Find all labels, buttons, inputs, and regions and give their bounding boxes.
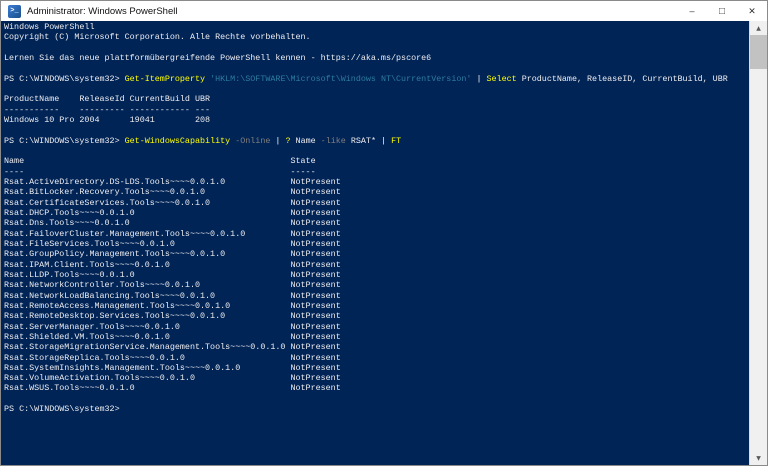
powershell-icon[interactable]: >_ <box>8 5 21 18</box>
terminal-line: ----------- --------- ------------ --- <box>4 105 749 115</box>
terminal-line: Name State <box>4 156 749 166</box>
terminal-line: Rsat.Shielded.VM.Tools~~~~0.0.1.0 NotPre… <box>4 332 749 342</box>
terminal-line: Rsat.CertificateServices.Tools~~~~0.0.1.… <box>4 198 749 208</box>
terminal-line: Rsat.NetworkLoadBalancing.Tools~~~~0.0.1… <box>4 291 749 301</box>
terminal-line: Rsat.RemoteAccess.Management.Tools~~~~0.… <box>4 301 749 311</box>
terminal-line: Rsat.WSUS.Tools~~~~0.0.1.0 NotPresent <box>4 383 749 393</box>
terminal-line: Lernen Sie das neue plattformübergreifen… <box>4 53 749 63</box>
console: Windows PowerShellCopyright (C) Microsof… <box>1 21 767 465</box>
scroll-up-icon[interactable]: ▲ <box>750 21 767 35</box>
terminal-line: Rsat.ActiveDirectory.DS-LDS.Tools~~~~0.0… <box>4 177 749 187</box>
terminal-line <box>4 43 749 53</box>
terminal-line: Rsat.Dns.Tools~~~~0.0.1.0 NotPresent <box>4 218 749 228</box>
terminal-line: Rsat.BitLocker.Recovery.Tools~~~~0.0.1.0… <box>4 187 749 197</box>
terminal-line: Copyright (C) Microsoft Corporation. All… <box>4 32 749 42</box>
terminal-line: Rsat.FileServices.Tools~~~~0.0.1.0 NotPr… <box>4 239 749 249</box>
terminal-line: Rsat.LLDP.Tools~~~~0.0.1.0 NotPresent <box>4 270 749 280</box>
terminal-line <box>4 394 749 404</box>
terminal-line: Rsat.SystemInsights.Management.Tools~~~~… <box>4 363 749 373</box>
powershell-window: >_ Administrator: Windows PowerShell – □… <box>0 0 768 466</box>
terminal-line: Rsat.ServerManager.Tools~~~~0.0.1.0 NotP… <box>4 322 749 332</box>
terminal-line: Rsat.IPAM.Client.Tools~~~~0.0.1.0 NotPre… <box>4 260 749 270</box>
terminal-line <box>4 84 749 94</box>
titlebar: >_ Administrator: Windows PowerShell – □… <box>1 1 767 22</box>
terminal-line <box>4 125 749 135</box>
maximize-button[interactable]: □ <box>707 1 737 21</box>
terminal-line: Windows PowerShell <box>4 22 749 32</box>
terminal-line <box>4 146 749 156</box>
scroll-down-icon[interactable]: ▼ <box>750 451 767 465</box>
minimize-button[interactable]: – <box>677 1 707 21</box>
window-title: Administrator: Windows PowerShell <box>27 6 677 17</box>
console-lines[interactable]: Windows PowerShellCopyright (C) Microsof… <box>1 21 749 465</box>
scrollbar-track[interactable] <box>750 35 767 451</box>
terminal-line: ---- ----- <box>4 167 749 177</box>
terminal-line <box>4 63 749 73</box>
terminal-line: Rsat.RemoteDesktop.Services.Tools~~~~0.0… <box>4 311 749 321</box>
terminal-line: Windows 10 Pro 2004 19041 208 <box>4 115 749 125</box>
terminal-line: Rsat.StorageReplica.Tools~~~~0.0.1.0 Not… <box>4 353 749 363</box>
scrollbar-thumb[interactable] <box>750 35 767 69</box>
close-button[interactable]: ✕ <box>737 1 767 21</box>
terminal-line: Rsat.FailoverCluster.Management.Tools~~~… <box>4 229 749 239</box>
terminal-line: Rsat.StorageMigrationService.Management.… <box>4 342 749 352</box>
terminal-line: Rsat.GroupPolicy.Management.Tools~~~~0.0… <box>4 249 749 259</box>
scrollbar[interactable]: ▲ ▼ <box>749 21 767 465</box>
terminal-line: PS C:\WINDOWS\system32> <box>4 404 749 414</box>
terminal-line: ProductName ReleaseId CurrentBuild UBR <box>4 94 749 104</box>
terminal-line: PS C:\WINDOWS\system32> Get-ItemProperty… <box>4 74 749 84</box>
terminal-line: Rsat.NetworkController.Tools~~~~0.0.1.0 … <box>4 280 749 290</box>
terminal-line: PS C:\WINDOWS\system32> Get-WindowsCapab… <box>4 136 749 146</box>
window-controls: – □ ✕ <box>677 1 767 21</box>
terminal-line: Rsat.DHCP.Tools~~~~0.0.1.0 NotPresent <box>4 208 749 218</box>
terminal-line: Rsat.VolumeActivation.Tools~~~~0.0.1.0 N… <box>4 373 749 383</box>
